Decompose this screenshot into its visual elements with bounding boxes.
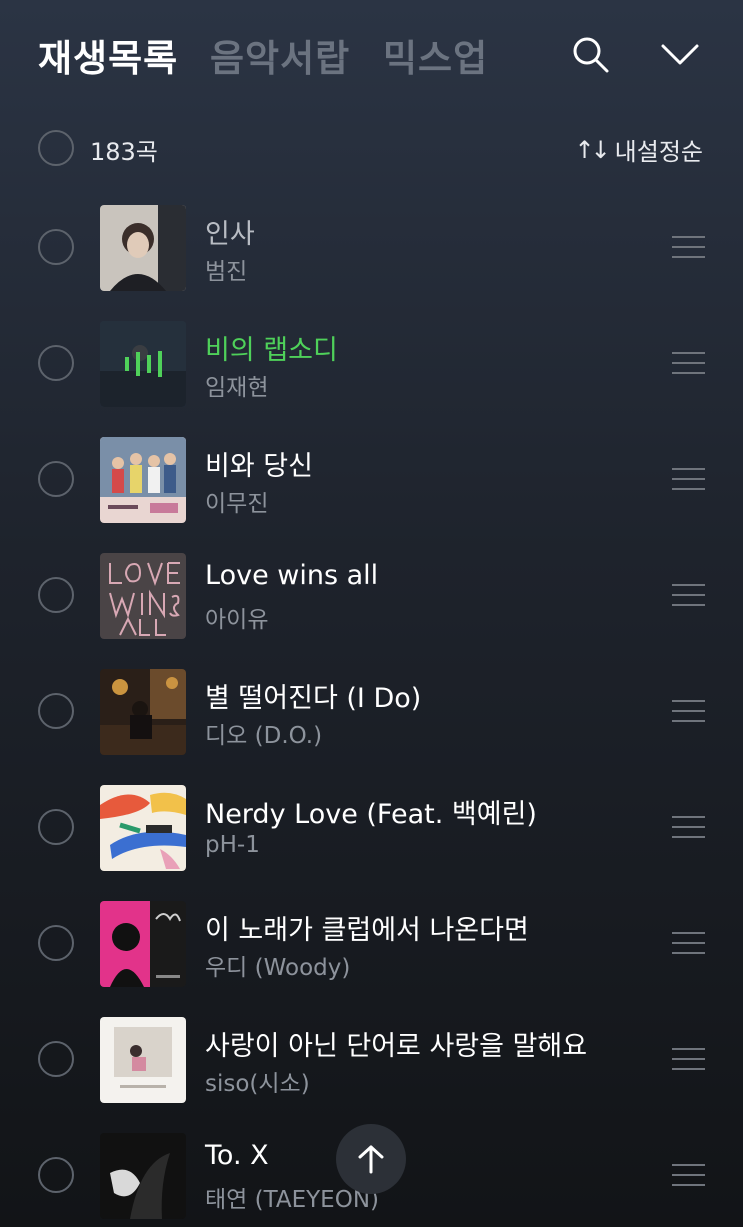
track-title: 사랑이 아닌 단어로 사랑을 말해요 xyxy=(205,1031,588,1062)
album-art xyxy=(100,1133,186,1219)
track-title: 별 떨어진다 (I Do) xyxy=(205,683,422,714)
album-art xyxy=(100,205,186,291)
album-art xyxy=(100,785,186,871)
track-artist: 임재현 xyxy=(205,375,269,401)
track-artist: 이무진 xyxy=(205,491,269,517)
track-title: 비의 랩소디 xyxy=(205,335,338,366)
track-title: Love wins all xyxy=(205,560,379,591)
album-art xyxy=(100,437,186,523)
track-title: Nerdy Love (Feat. 백예린) xyxy=(205,799,537,830)
album-art xyxy=(100,901,186,987)
track-checkbox[interactable] xyxy=(38,461,74,497)
track-checkbox[interactable] xyxy=(38,809,74,845)
list-toolbar: 183곡 ↑↓ 내설정순 xyxy=(0,120,743,176)
album-art xyxy=(100,321,186,407)
tab-mixup[interactable]: 믹스업 xyxy=(383,28,488,82)
track-row[interactable]: 비의 랩소디 임재현 xyxy=(0,306,743,422)
header: 재생목록 음악서랍 믹스업 xyxy=(0,0,743,110)
drag-handle-icon[interactable] xyxy=(672,816,705,838)
search-icon[interactable] xyxy=(570,34,610,74)
tab-music-drawer[interactable]: 음악서랍 xyxy=(210,28,350,82)
track-title: 인사 xyxy=(205,219,255,250)
track-checkbox[interactable] xyxy=(38,229,74,265)
album-art xyxy=(100,1017,186,1103)
sort-icon: ↑↓ xyxy=(574,135,610,164)
track-row[interactable]: 별 떨어진다 (I Do) 디오 (D.O.) xyxy=(0,654,743,770)
now-playing-equalizer-icon xyxy=(100,321,186,407)
sort-button[interactable]: ↑↓ 내설정순 xyxy=(574,132,703,167)
track-artist: 우디 (Woody) xyxy=(205,955,351,981)
track-artist: pH-1 xyxy=(205,832,260,858)
scroll-to-top-button[interactable] xyxy=(336,1124,406,1194)
album-art xyxy=(100,669,186,755)
track-artist: siso(시소) xyxy=(205,1071,310,1097)
track-count: 183곡 xyxy=(90,138,158,166)
track-checkbox[interactable] xyxy=(38,1041,74,1077)
drag-handle-icon[interactable] xyxy=(672,236,705,258)
drag-handle-icon[interactable] xyxy=(672,584,705,606)
track-row[interactable]: 사랑이 아닌 단어로 사랑을 말해요 siso(시소) xyxy=(0,1002,743,1118)
sort-label: 내설정순 xyxy=(614,138,703,166)
track-checkbox[interactable] xyxy=(38,925,74,961)
drag-handle-icon[interactable] xyxy=(672,700,705,722)
drag-handle-icon[interactable] xyxy=(672,468,705,490)
track-row[interactable]: 인사 범진 xyxy=(0,190,743,306)
track-row[interactable]: Love wins all 아이유 xyxy=(0,538,743,654)
track-checkbox[interactable] xyxy=(38,577,74,613)
album-art xyxy=(100,553,186,639)
drag-handle-icon[interactable] xyxy=(672,352,705,374)
track-checkbox[interactable] xyxy=(38,345,74,381)
drag-handle-icon[interactable] xyxy=(672,1164,705,1186)
track-artist: 디오 (D.O.) xyxy=(205,723,323,749)
track-row[interactable]: 이 노래가 클럽에서 나온다면 우디 (Woody) xyxy=(0,886,743,1002)
drag-handle-icon[interactable] xyxy=(672,932,705,954)
select-all-checkbox[interactable] xyxy=(38,130,74,166)
track-list: 인사 범진 비의 랩소디 임재현 비와 당신 이무진 Love wins all… xyxy=(0,190,743,1227)
track-row[interactable]: Nerdy Love (Feat. 백예린) pH-1 xyxy=(0,770,743,886)
chevron-down-icon[interactable] xyxy=(660,34,700,74)
track-title: 비와 당신 xyxy=(205,451,313,482)
track-artist: 범진 xyxy=(205,259,248,285)
track-title: To. X xyxy=(205,1140,269,1171)
drag-handle-icon[interactable] xyxy=(672,1048,705,1070)
track-artist: 아이유 xyxy=(205,607,269,633)
track-row[interactable]: 비와 당신 이무진 xyxy=(0,422,743,538)
tab-playlist[interactable]: 재생목록 xyxy=(38,28,178,82)
track-title: 이 노래가 클럽에서 나온다면 xyxy=(205,915,529,946)
track-checkbox[interactable] xyxy=(38,1157,74,1193)
arrow-up-icon xyxy=(358,1145,384,1174)
track-checkbox[interactable] xyxy=(38,693,74,729)
